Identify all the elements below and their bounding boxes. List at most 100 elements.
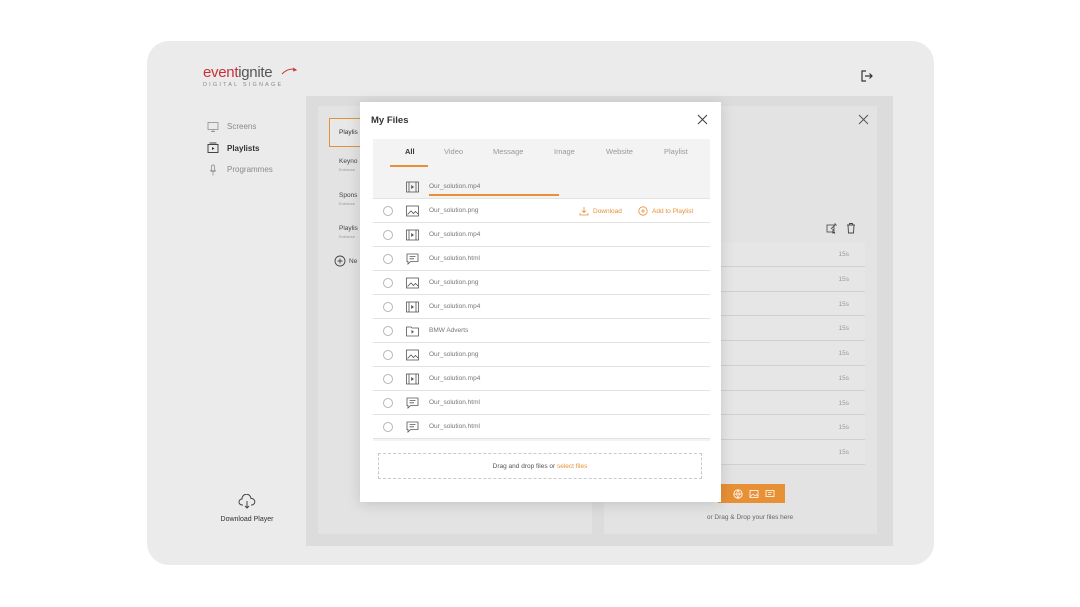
file-type-tabs: All Video Message Image Website Playlist <box>390 147 710 167</box>
tab-message[interactable]: Message <box>493 147 523 167</box>
playlist-content-row[interactable]: 15s <box>720 242 865 267</box>
file-name: Our_solution.mp4 <box>429 375 481 382</box>
duration-label: 15s <box>838 251 849 258</box>
sidebar-item-screens[interactable]: Screens <box>207 116 273 138</box>
playlist-content-row[interactable]: 15s <box>720 415 865 440</box>
add-to-playlist-button[interactable]: Add to Playlist <box>638 206 693 216</box>
tab-video[interactable]: Video <box>444 147 463 167</box>
tab-image[interactable]: Image <box>554 147 575 167</box>
file-select-radio[interactable] <box>383 374 393 384</box>
playlist-content-row[interactable]: 15s <box>720 440 865 465</box>
file-dropzone[interactable]: Drag and drop files or select files <box>378 453 702 479</box>
my-files-modal: My Files All Video Message Image Website… <box>360 102 721 502</box>
file-select-radio[interactable] <box>383 230 393 240</box>
sidebar-item-label: Programmes <box>227 165 273 175</box>
duration-label: 15s <box>838 449 849 456</box>
download-player-label: Download Player <box>220 516 274 523</box>
file-row[interactable]: BMW Adverts <box>373 319 710 343</box>
file-name: Our_solution.mp4 <box>429 231 481 238</box>
file-name: Our_solution.html <box>429 399 480 406</box>
file-select-radio[interactable] <box>383 398 393 408</box>
image-file-icon <box>406 349 419 361</box>
playlist-item[interactable]: Spons Entrance <box>339 192 357 206</box>
playlist-item-tools <box>826 222 857 234</box>
file-row[interactable]: Our_solution.mp4 <box>373 367 710 391</box>
edit-icon[interactable] <box>826 222 838 234</box>
modal-title: My Files <box>371 115 409 126</box>
upload-progress-bar <box>429 194 559 196</box>
playlist-content-row[interactable]: 15s <box>720 365 865 391</box>
playlist-item-name: Playlis <box>339 225 358 232</box>
monitor-icon <box>207 121 219 132</box>
playlist-content-row[interactable]: 15s <box>720 291 865 317</box>
playlist-item-sub: Entrance <box>339 201 356 206</box>
video-file-icon <box>406 229 419 241</box>
file-select-radio[interactable] <box>383 278 393 288</box>
new-playlist-button[interactable]: Ne <box>334 255 357 267</box>
file-row[interactable]: Our_solution.mp4 <box>373 295 710 319</box>
duration-label: 15s <box>838 374 849 382</box>
logo-secondary-text: ignite <box>238 64 273 81</box>
uploading-file-row: Our_solution.mp4 <box>373 175 710 199</box>
playlist-content-row[interactable]: 15s <box>720 266 865 292</box>
duration-label: 15s <box>838 275 849 283</box>
playlist-content-row[interactable]: 15s <box>720 390 865 416</box>
file-row[interactable]: Our_solution.html <box>373 391 710 415</box>
file-select-radio[interactable] <box>383 254 393 264</box>
file-row[interactable]: Our_solution.html <box>373 415 710 439</box>
download-button[interactable]: Download <box>579 206 622 216</box>
trash-icon[interactable] <box>845 222 857 234</box>
file-row[interactable]: Our_solution.mp4 <box>373 223 710 247</box>
sidebar-item-playlists[interactable]: Playlists <box>207 138 273 160</box>
file-select-radio[interactable] <box>383 422 393 432</box>
image-icon[interactable] <box>749 489 759 499</box>
file-name: Our_solution.png <box>429 207 479 214</box>
download-label: Download <box>593 207 622 215</box>
file-select-radio[interactable] <box>383 350 393 360</box>
drag-drop-hint: or Drag & Drop your files here <box>706 514 794 521</box>
file-list: Our_solution.mp4 Our_solution.png Downlo… <box>373 175 710 439</box>
playlist-content-row[interactable]: 15s <box>720 341 865 366</box>
file-row[interactable]: Our_solution.html <box>373 247 710 271</box>
new-playlist-label: Ne <box>349 257 358 265</box>
file-name: Our_solution.html <box>429 423 480 430</box>
playlist-item-sub: Entrance <box>339 167 356 172</box>
plus-circle-icon <box>334 255 346 267</box>
playlist-content-list: 15s 15s 15s 15s 15s 15s 15s 15s 15s <box>720 242 865 465</box>
add-content-toolbar <box>718 484 785 503</box>
playlist-selected-tab[interactable]: Playlis <box>329 118 361 147</box>
globe-icon[interactable] <box>733 488 743 499</box>
image-file-icon <box>406 205 419 217</box>
dropzone-text: Drag and drop files or <box>492 463 557 470</box>
playlist-item[interactable]: Playlis Entrance <box>339 225 358 239</box>
file-row[interactable]: Our_solution.png Download Add to Playlis… <box>373 199 710 223</box>
playlist-item[interactable]: Keyno Entrance <box>339 158 357 172</box>
close-icon[interactable] <box>858 114 869 125</box>
close-icon[interactable] <box>697 114 708 125</box>
video-file-icon <box>406 301 419 313</box>
file-select-radio[interactable] <box>383 302 393 312</box>
sidebar-item-label: Playlists <box>227 143 260 153</box>
logout-icon[interactable] <box>860 69 874 83</box>
playlist-folder-icon <box>406 326 419 337</box>
file-row[interactable]: Our_solution.png <box>373 271 710 295</box>
download-player-button[interactable]: Download Player <box>215 494 279 523</box>
logo-swoosh-icon <box>281 67 297 75</box>
duration-label: 15s <box>838 325 849 333</box>
eventignite-logo: eventignite DIGITAL SIGNAGE <box>203 64 297 88</box>
select-files-link[interactable]: select files <box>557 463 587 470</box>
message-file-icon <box>406 253 419 265</box>
message-icon[interactable] <box>765 489 775 499</box>
playlist-item-name: Keyno <box>339 158 358 165</box>
download-icon <box>579 207 589 216</box>
playlist-content-row[interactable]: 15s <box>720 316 865 341</box>
file-name: Our_solution.png <box>429 351 479 358</box>
sidebar-item-programmes[interactable]: Programmes <box>207 159 273 181</box>
tab-website[interactable]: Website <box>606 147 633 167</box>
file-row[interactable]: Our_solution.png <box>373 343 710 367</box>
file-select-radio[interactable] <box>383 206 393 216</box>
tab-all[interactable]: All <box>405 147 415 167</box>
tab-playlist[interactable]: Playlist <box>664 147 688 167</box>
file-select-radio[interactable] <box>383 326 393 336</box>
duration-label: 15s <box>838 350 849 357</box>
